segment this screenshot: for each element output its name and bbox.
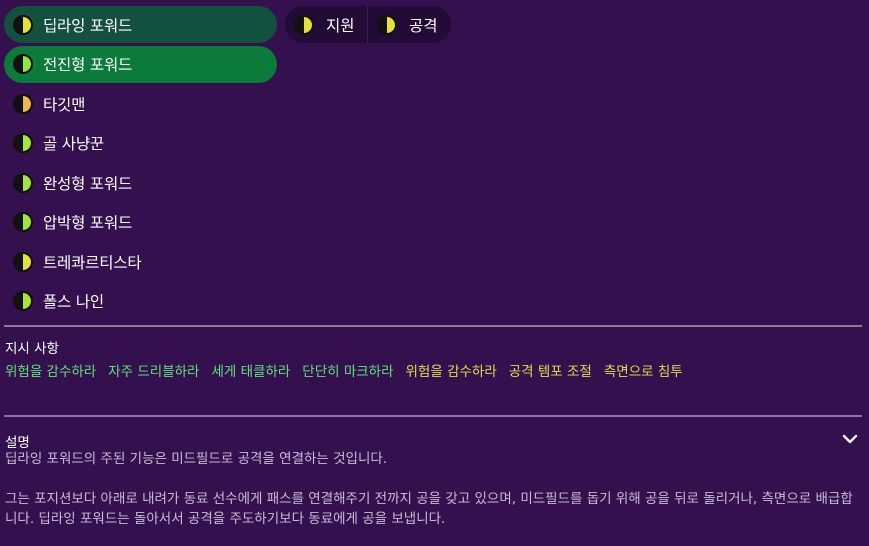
role-rating-icon	[13, 291, 33, 311]
section-divider	[4, 325, 862, 327]
description-title: 설명	[5, 435, 30, 451]
instructions-title: 지시 사항	[5, 341, 59, 357]
description-summary: 딥라잉 포워드의 주된 기능은 미드필드로 공격을 연결하는 것입니다.	[5, 451, 388, 467]
role-label: 폴스 나인	[43, 293, 104, 311]
role-list: 딥라잉 포워드 전진형 포워드 타깃맨 골 사냥꾼 완성형 포워드 압박형 포워…	[4, 6, 277, 322]
instruction-item[interactable]: 세게 태클하라	[211, 360, 290, 380]
instruction-item[interactable]: 자주 드리블하라	[108, 360, 199, 380]
role-rating-icon	[13, 133, 33, 153]
role-label: 트레콰르티스타	[43, 253, 142, 272]
instruction-item[interactable]: 단단히 마크하라	[302, 360, 393, 380]
role-item-poacher[interactable]: 골 사냥꾼	[4, 125, 277, 162]
role-item-trequartista[interactable]: 트레콰르티스타	[4, 243, 277, 280]
role-label: 타깃맨	[43, 95, 86, 114]
role-rating-icon	[13, 172, 33, 193]
duty-selector: 지원 공격	[285, 6, 451, 43]
duty-attack-button[interactable]: 공격	[368, 6, 438, 43]
instruction-item[interactable]: 위험을 감수하라	[5, 360, 96, 380]
role-item-advanced-forward[interactable]: 전진형 포워드	[4, 45, 277, 83]
instruction-item[interactable]: 측면으로 침투	[604, 360, 683, 380]
role-item-pressing-forward[interactable]: 압박형 포워드	[4, 204, 277, 241]
chevron-down-icon[interactable]	[841, 430, 859, 448]
duty-label: 공격	[409, 16, 438, 35]
instruction-item[interactable]: 위험을 감수하라	[406, 360, 497, 380]
role-item-target-man[interactable]: 타깃맨	[4, 85, 277, 122]
instruction-item[interactable]: 공격 템포 조절	[509, 360, 592, 380]
duty-rating-icon	[377, 14, 397, 35]
section-divider	[4, 415, 862, 417]
instructions-list: 위험을 감수하라 자주 드리블하라 세게 태클하라 단단히 마크하라 위험을 감…	[5, 360, 695, 380]
role-rating-icon	[13, 14, 33, 35]
duty-rating-icon	[294, 14, 314, 35]
role-label: 전진형 포워드	[43, 56, 133, 74]
role-item-complete-forward[interactable]: 완성형 포워드	[4, 164, 277, 201]
role-item-deep-lying-forward[interactable]: 딥라잉 포워드	[4, 6, 277, 43]
role-rating-icon	[13, 54, 33, 74]
role-rating-icon	[13, 251, 33, 272]
role-rating-icon	[13, 93, 33, 114]
role-label: 완성형 포워드	[43, 174, 133, 193]
description-body: 딥라잉 포워드의 주된 기능은 미드필드로 공격을 연결하는 것입니다. 그는 …	[5, 449, 855, 529]
role-label: 압박형 포워드	[43, 214, 133, 232]
role-rating-icon	[13, 212, 33, 232]
role-label: 딥라잉 포워드	[43, 16, 133, 35]
description-detail: 그는 포지션보다 아래로 내려가 동료 선수에게 패스를 연결해주기 전까지 공…	[5, 491, 853, 527]
duty-label: 지원	[326, 16, 355, 35]
duty-support-button[interactable]: 지원	[285, 6, 368, 43]
role-item-false-nine[interactable]: 폴스 나인	[4, 283, 277, 320]
role-label: 골 사냥꾼	[43, 135, 104, 153]
